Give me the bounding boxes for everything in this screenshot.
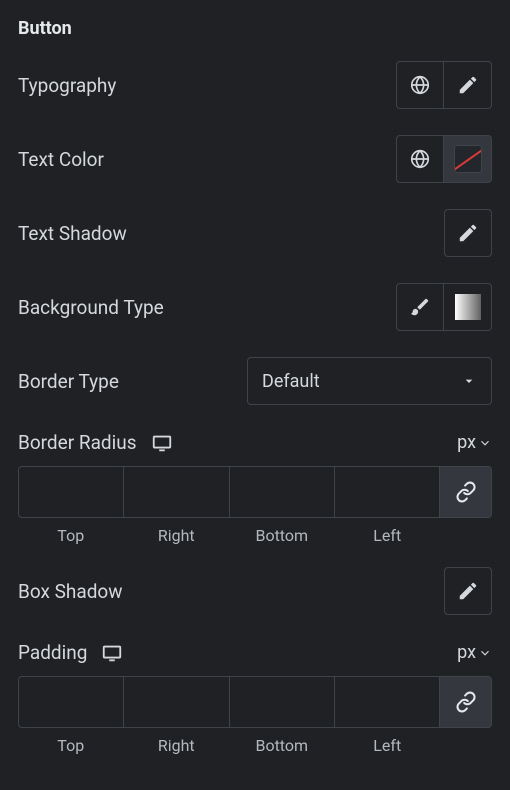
padding-side-labels: Top Right Bottom Left [18,736,492,755]
padding-bottom-input[interactable] [230,676,335,728]
border-radius-bottom-label: Bottom [229,526,335,545]
text-color-globals-button[interactable] [396,135,444,183]
brush-icon [409,296,431,318]
background-type-label: Background Type [18,296,164,319]
border-radius-inputs [18,466,492,518]
border-radius-left-label: Left [335,526,441,545]
background-classic-button[interactable] [396,283,444,331]
border-radius-label: Border Radius [18,431,137,454]
chevron-down-icon [478,646,492,660]
link-icon [455,481,477,503]
border-radius-left-input[interactable] [335,466,440,518]
border-radius-unit-select[interactable]: px [457,432,492,453]
chevron-down-icon [461,373,477,389]
padding-bottom-label: Bottom [229,736,335,755]
padding-inputs [18,676,492,728]
padding-unit: px [457,642,476,663]
pencil-icon [457,74,479,96]
section-title: Button [18,18,492,39]
typography-label: Typography [18,74,116,97]
text-shadow-edit-button[interactable] [444,209,492,257]
padding-link-button[interactable] [440,676,492,728]
padding-left-input[interactable] [335,676,440,728]
padding-right-label: Right [124,736,230,755]
border-radius-top-label: Top [18,526,124,545]
border-type-value: Default [262,371,320,392]
border-type-row: Border Type Default [18,357,492,405]
border-type-label: Border Type [18,370,119,393]
padding-top-label: Top [18,736,124,755]
pencil-icon [457,580,479,602]
gradient-icon [455,294,481,320]
typography-edit-button[interactable] [444,61,492,109]
padding-unit-select[interactable]: px [457,642,492,663]
box-shadow-label: Box Shadow [18,580,123,603]
text-shadow-label: Text Shadow [18,222,127,245]
typography-globals-button[interactable] [396,61,444,109]
border-radius-link-button[interactable] [440,466,492,518]
padding-label: Padding [18,641,87,664]
no-color-swatch-icon [454,145,482,173]
background-gradient-button[interactable] [444,283,492,331]
chevron-down-icon [478,436,492,450]
box-shadow-row: Box Shadow [18,567,492,615]
text-color-label: Text Color [18,148,104,171]
pencil-icon [457,222,479,244]
text-color-swatch-button[interactable] [444,135,492,183]
globe-icon [409,148,431,170]
padding-right-input[interactable] [124,676,229,728]
padding-top-input[interactable] [18,676,124,728]
border-radius-row: Border Radius px [18,431,492,454]
box-shadow-edit-button[interactable] [444,567,492,615]
border-radius-bottom-input[interactable] [230,466,335,518]
border-radius-side-labels: Top Right Bottom Left [18,526,492,545]
text-shadow-row: Text Shadow [18,209,492,257]
padding-left-label: Left [335,736,441,755]
border-radius-right-label: Right [124,526,230,545]
padding-row: Padding px [18,641,492,664]
border-radius-right-input[interactable] [124,466,229,518]
link-icon [455,691,477,713]
border-radius-top-input[interactable] [18,466,124,518]
typography-row: Typography [18,61,492,109]
responsive-icon[interactable] [151,432,173,454]
globe-icon [409,74,431,96]
background-type-row: Background Type [18,283,492,331]
border-radius-unit: px [457,432,476,453]
responsive-icon[interactable] [101,642,123,664]
text-color-row: Text Color [18,135,492,183]
border-type-select[interactable]: Default [247,357,492,405]
